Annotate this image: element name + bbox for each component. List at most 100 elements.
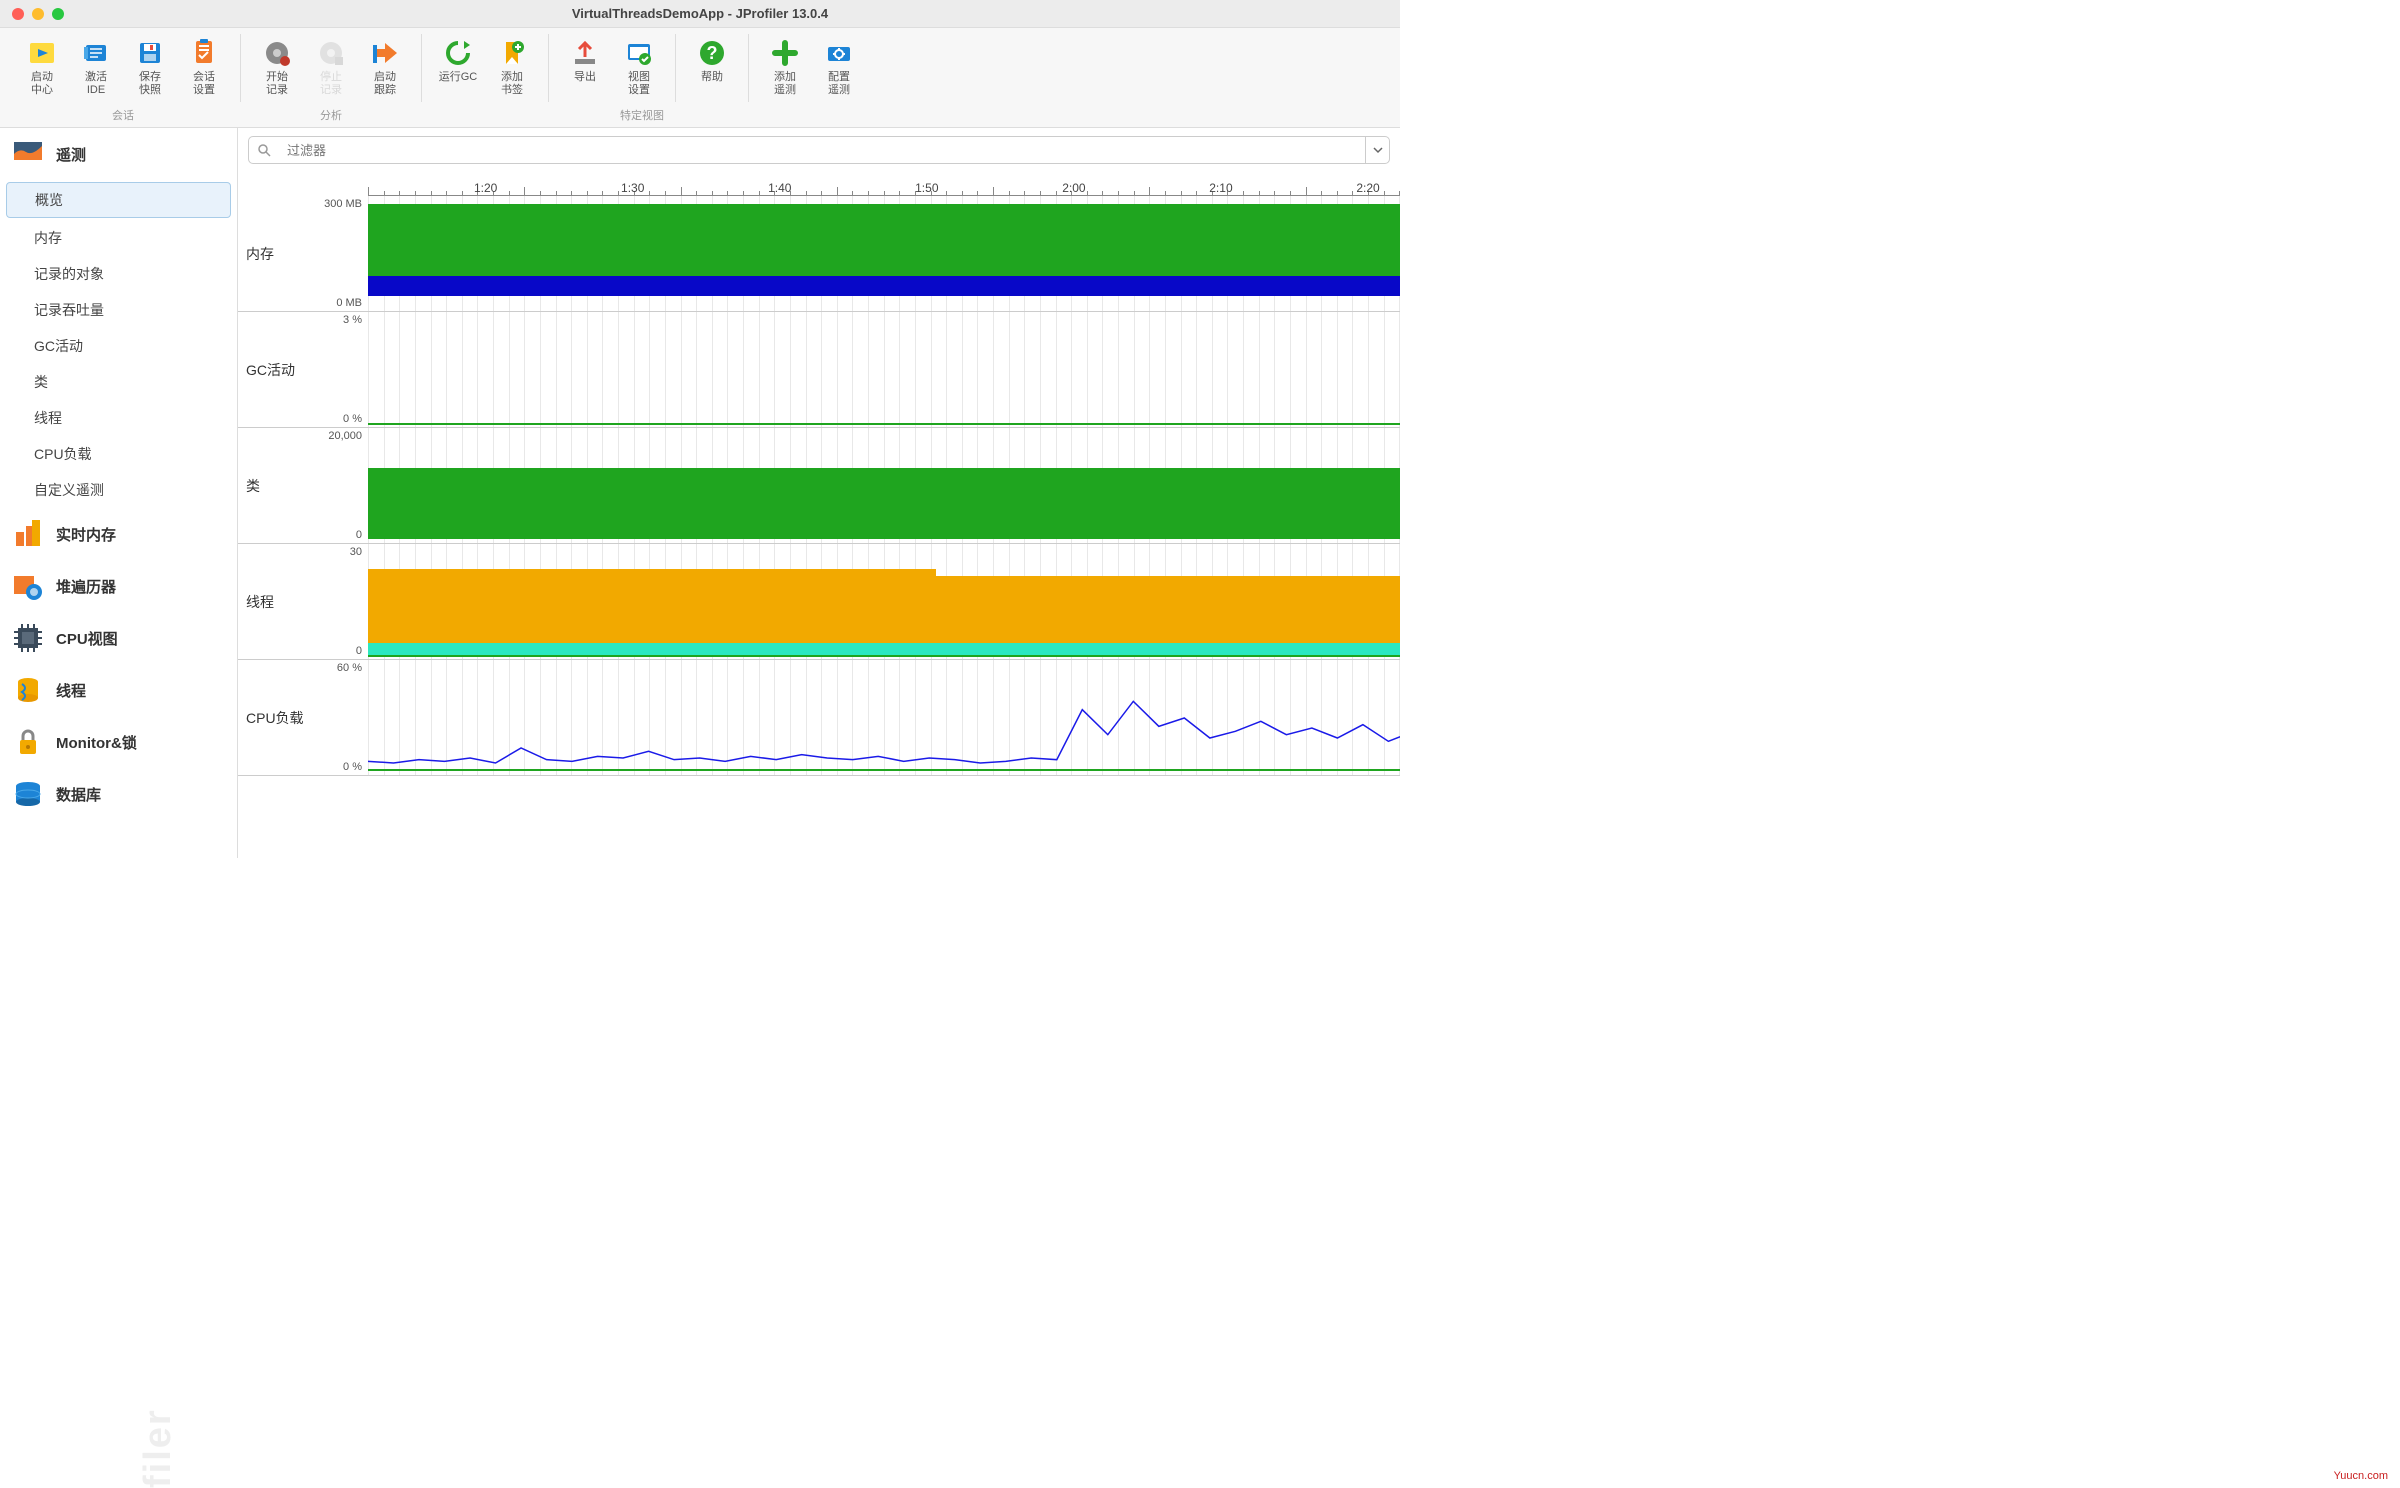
chart-row-memory[interactable]: 300 MB 内存 0 MB	[238, 196, 1400, 312]
timeline-tick: 1:20	[474, 181, 497, 195]
filter-dropdown[interactable]	[1365, 137, 1389, 163]
tracking-icon	[370, 38, 400, 68]
session-settings-button[interactable]: 会话 设置	[178, 34, 230, 100]
run-gc-button[interactable]: 运行GC	[432, 34, 484, 100]
heap-walker-icon	[12, 570, 44, 602]
chart-title: CPU负载	[246, 708, 304, 728]
search-icon	[249, 143, 279, 157]
sidebar-subitem[interactable]: CPU负载	[0, 436, 237, 472]
content-area: 1:201:301:401:502:002:102:202:30 300 MB …	[238, 128, 1400, 858]
activate-ide-button[interactable]: 激活 IDE	[70, 34, 122, 100]
sidebar-subitem[interactable]: GC活动	[0, 328, 237, 364]
toolbar-separator	[240, 34, 241, 102]
chart-row-classes[interactable]: 20,000 类 0	[238, 428, 1400, 544]
y-max: 60 %	[337, 662, 362, 674]
timeline-tick: 1:50	[915, 181, 938, 195]
y-min: 0 %	[343, 413, 362, 425]
chart-row-cpu[interactable]: 60 % CPU负载 0 %	[238, 660, 1400, 776]
window-title: VirtualThreadsDemoApp - JProfiler 13.0.4	[0, 6, 1400, 21]
bookmark-icon	[497, 38, 527, 68]
start-recording-button[interactable]: 开始 记录	[251, 34, 303, 100]
sidebar-subitem[interactable]: 自定义遥测	[0, 472, 237, 508]
export-button[interactable]: 导出	[559, 34, 611, 100]
plus-icon	[770, 38, 800, 68]
record-icon	[262, 38, 292, 68]
threads-icon	[12, 674, 44, 706]
sidebar-category-cpu-views[interactable]: CPU视图	[0, 612, 237, 664]
filter-input[interactable]	[279, 143, 1365, 158]
chart-body[interactable]	[368, 660, 1400, 775]
timeline-axis: 1:201:301:401:502:002:102:202:30	[368, 172, 1400, 196]
timeline-tick: 2:20	[1356, 181, 1379, 195]
sidebar-category-database[interactable]: 数据库	[0, 768, 237, 820]
config-icon	[824, 38, 854, 68]
chart-body[interactable]	[368, 196, 1400, 311]
chart-title: 线程	[246, 592, 274, 612]
chevron-down-icon	[1373, 145, 1383, 155]
y-min: 0 %	[343, 761, 362, 773]
group-specific-label: 特定视图	[620, 107, 664, 127]
y-max: 30	[350, 546, 362, 558]
sidebar-subitem[interactable]: 记录吞吐量	[0, 292, 237, 328]
toolbar-separator	[675, 34, 676, 102]
sidebar-category-threads[interactable]: 线程	[0, 664, 237, 716]
y-max: 3 %	[343, 314, 362, 326]
save-snapshot-button[interactable]: 保存 快照	[124, 34, 176, 100]
y-max: 20,000	[328, 430, 362, 442]
view-settings-icon	[624, 38, 654, 68]
config-telemetry-button[interactable]: 配置 遥测	[813, 34, 865, 100]
group-analysis-label: 分析	[320, 107, 342, 127]
chart-title: GC活动	[246, 360, 295, 380]
sidebar-category-heap-walker[interactable]: 堆遍历器	[0, 560, 237, 612]
y-min: 0 MB	[336, 297, 362, 309]
database-icon	[12, 778, 44, 810]
window-titlebar: VirtualThreadsDemoApp - JProfiler 13.0.4	[0, 0, 1400, 28]
stop-icon	[316, 38, 346, 68]
sidebar-subitem[interactable]: 线程	[0, 400, 237, 436]
telemetry-icon	[12, 138, 44, 170]
chart-row-gc[interactable]: 3 % GC活动 0 %	[238, 312, 1400, 428]
sidebar-subitem[interactable]: 内存	[0, 220, 237, 256]
save-icon	[135, 38, 165, 68]
filter-box	[248, 136, 1390, 164]
start-center-button[interactable]: 启动 中心	[16, 34, 68, 100]
chart-title: 类	[246, 476, 260, 496]
cpu-icon	[12, 622, 44, 654]
help-icon: ?	[697, 38, 727, 68]
chart-row-threads[interactable]: 30 线程 0	[238, 544, 1400, 660]
stop-recording-button: 停止 记录	[305, 34, 357, 100]
sidebar-category-realtime-memory[interactable]: 实时内存	[0, 508, 237, 560]
chart-body[interactable]	[368, 312, 1400, 427]
sidebar-subitem[interactable]: 类	[0, 364, 237, 400]
y-min: 0	[356, 529, 362, 541]
start-tracking-button[interactable]: 启动 跟踪	[359, 34, 411, 100]
add-bookmark-button[interactable]: 添加 书签	[486, 34, 538, 100]
sidebar-subitem[interactable]: 记录的对象	[0, 256, 237, 292]
toolbar-separator	[748, 34, 749, 102]
toolbar-separator	[421, 34, 422, 102]
main-toolbar: 启动 中心 激活 IDE 保存 快照 会话 设置 会话 开始 记录	[0, 28, 1400, 128]
svg-text:?: ?	[707, 43, 718, 63]
timeline-tick: 1:30	[621, 181, 644, 195]
chart-body[interactable]	[368, 544, 1400, 659]
sidebar-category-telemetry[interactable]: 遥测	[0, 128, 237, 180]
gc-icon	[443, 38, 473, 68]
group-session-label: 会话	[112, 107, 134, 127]
memory-icon	[12, 518, 44, 550]
toolbar-separator	[548, 34, 549, 102]
view-settings-button[interactable]: 视图 设置	[613, 34, 665, 100]
sidebar-category-monitor-locks[interactable]: Monitor&锁	[0, 716, 237, 768]
add-telemetry-button[interactable]: 添加 遥测	[759, 34, 811, 100]
y-max: 300 MB	[324, 198, 362, 210]
lock-icon	[12, 726, 44, 758]
chart-body[interactable]	[368, 428, 1400, 543]
y-min: 0	[356, 645, 362, 657]
sidebar: 遥测 概览内存记录的对象记录吞吐量GC活动类线程CPU负载自定义遥测 实时内存 …	[0, 128, 238, 858]
help-button[interactable]: ? 帮助	[686, 34, 738, 88]
timeline-tick: 2:10	[1209, 181, 1232, 195]
sidebar-subitem[interactable]: 概览	[6, 182, 231, 218]
timeline-tick: 2:00	[1062, 181, 1085, 195]
settings-icon	[189, 38, 219, 68]
chart-title: 内存	[246, 244, 274, 264]
start-center-icon	[27, 38, 57, 68]
